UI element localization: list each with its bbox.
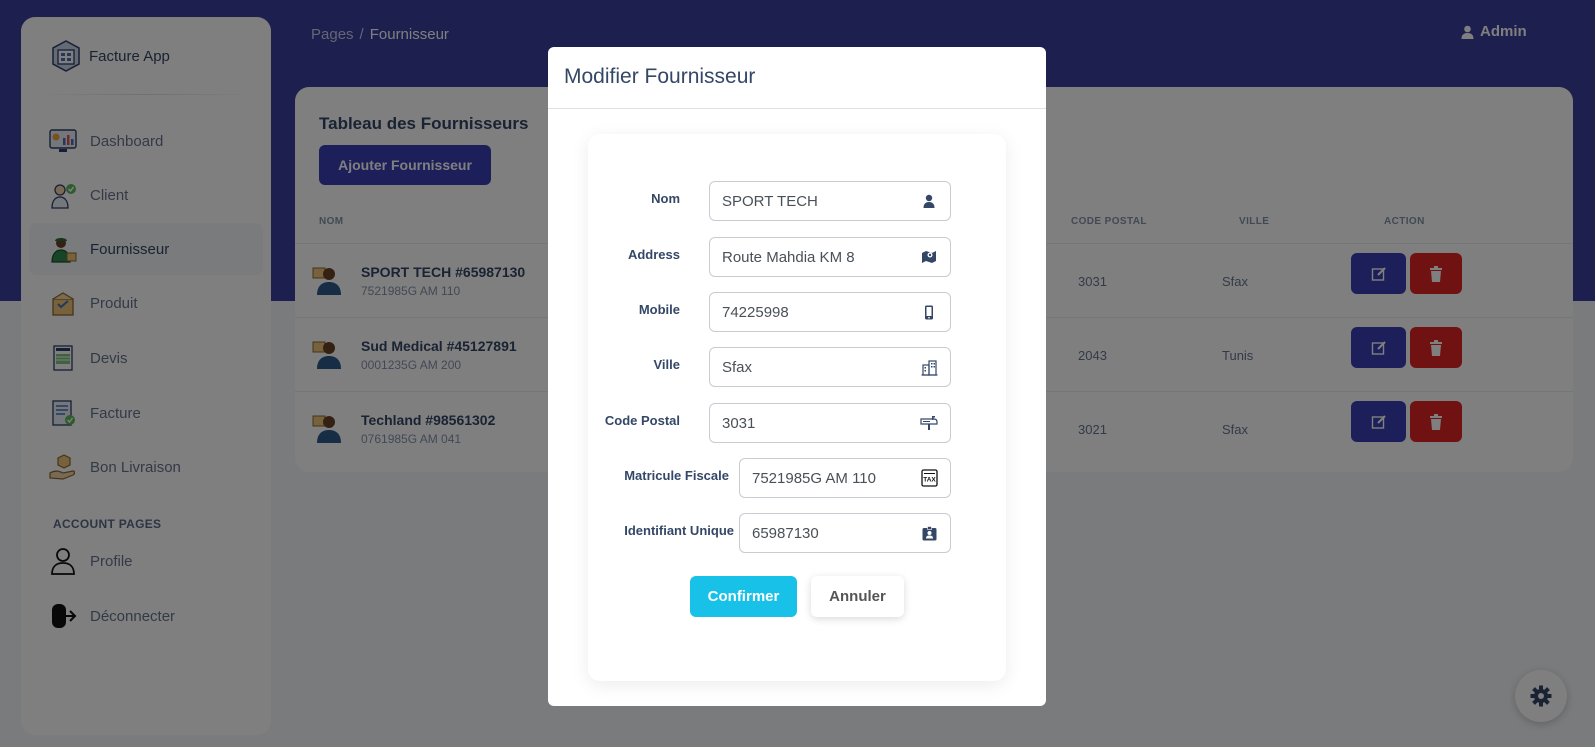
identifiant-unique-input[interactable] <box>752 524 920 542</box>
field-label-identifiant-unique: Identifiant Unique <box>624 523 734 538</box>
confirm-button[interactable]: Confirmer <box>690 576 797 617</box>
field-label-ville: Ville <box>653 357 680 372</box>
id-badge-icon <box>920 524 938 542</box>
nom-field[interactable] <box>709 181 951 221</box>
tax-icon: TAX <box>920 469 938 487</box>
mobile-field[interactable] <box>709 292 951 332</box>
nom-input[interactable] <box>722 192 920 210</box>
svg-text:TAX: TAX <box>923 477 936 484</box>
mobile-input[interactable] <box>722 303 920 321</box>
matricule-fiscale-field[interactable]: TAX <box>739 458 951 498</box>
edit-supplier-modal: Modifier Fournisseur Nom Address Mobile … <box>548 47 1046 706</box>
matricule-fiscale-input[interactable] <box>752 469 920 487</box>
ville-field[interactable] <box>709 347 951 387</box>
code-postal-input[interactable] <box>722 414 920 432</box>
address-input[interactable] <box>722 248 920 266</box>
field-label-code-postal: Code Postal <box>604 413 680 428</box>
identifiant-unique-field[interactable] <box>739 513 951 553</box>
field-label-address: Address <box>627 247 680 262</box>
field-label-mobile: Mobile <box>638 302 680 317</box>
mailbox-icon <box>920 414 938 432</box>
map-icon <box>920 248 938 266</box>
modal-divider <box>548 108 1046 109</box>
code-postal-field[interactable] <box>709 403 951 443</box>
supplier-form: Nom Address Mobile Ville Code Postal <box>588 134 1006 681</box>
address-field[interactable] <box>709 237 951 277</box>
modal-title: Modifier Fournisseur <box>564 65 756 88</box>
field-label-nom: Nom <box>651 191 680 206</box>
ville-input[interactable] <box>722 358 920 376</box>
mobile-icon <box>920 303 938 321</box>
user-icon <box>920 192 938 210</box>
field-label-matricule-fiscale: Matricule Fiscale <box>624 468 729 483</box>
city-icon <box>920 358 938 376</box>
cancel-button[interactable]: Annuler <box>811 576 904 617</box>
